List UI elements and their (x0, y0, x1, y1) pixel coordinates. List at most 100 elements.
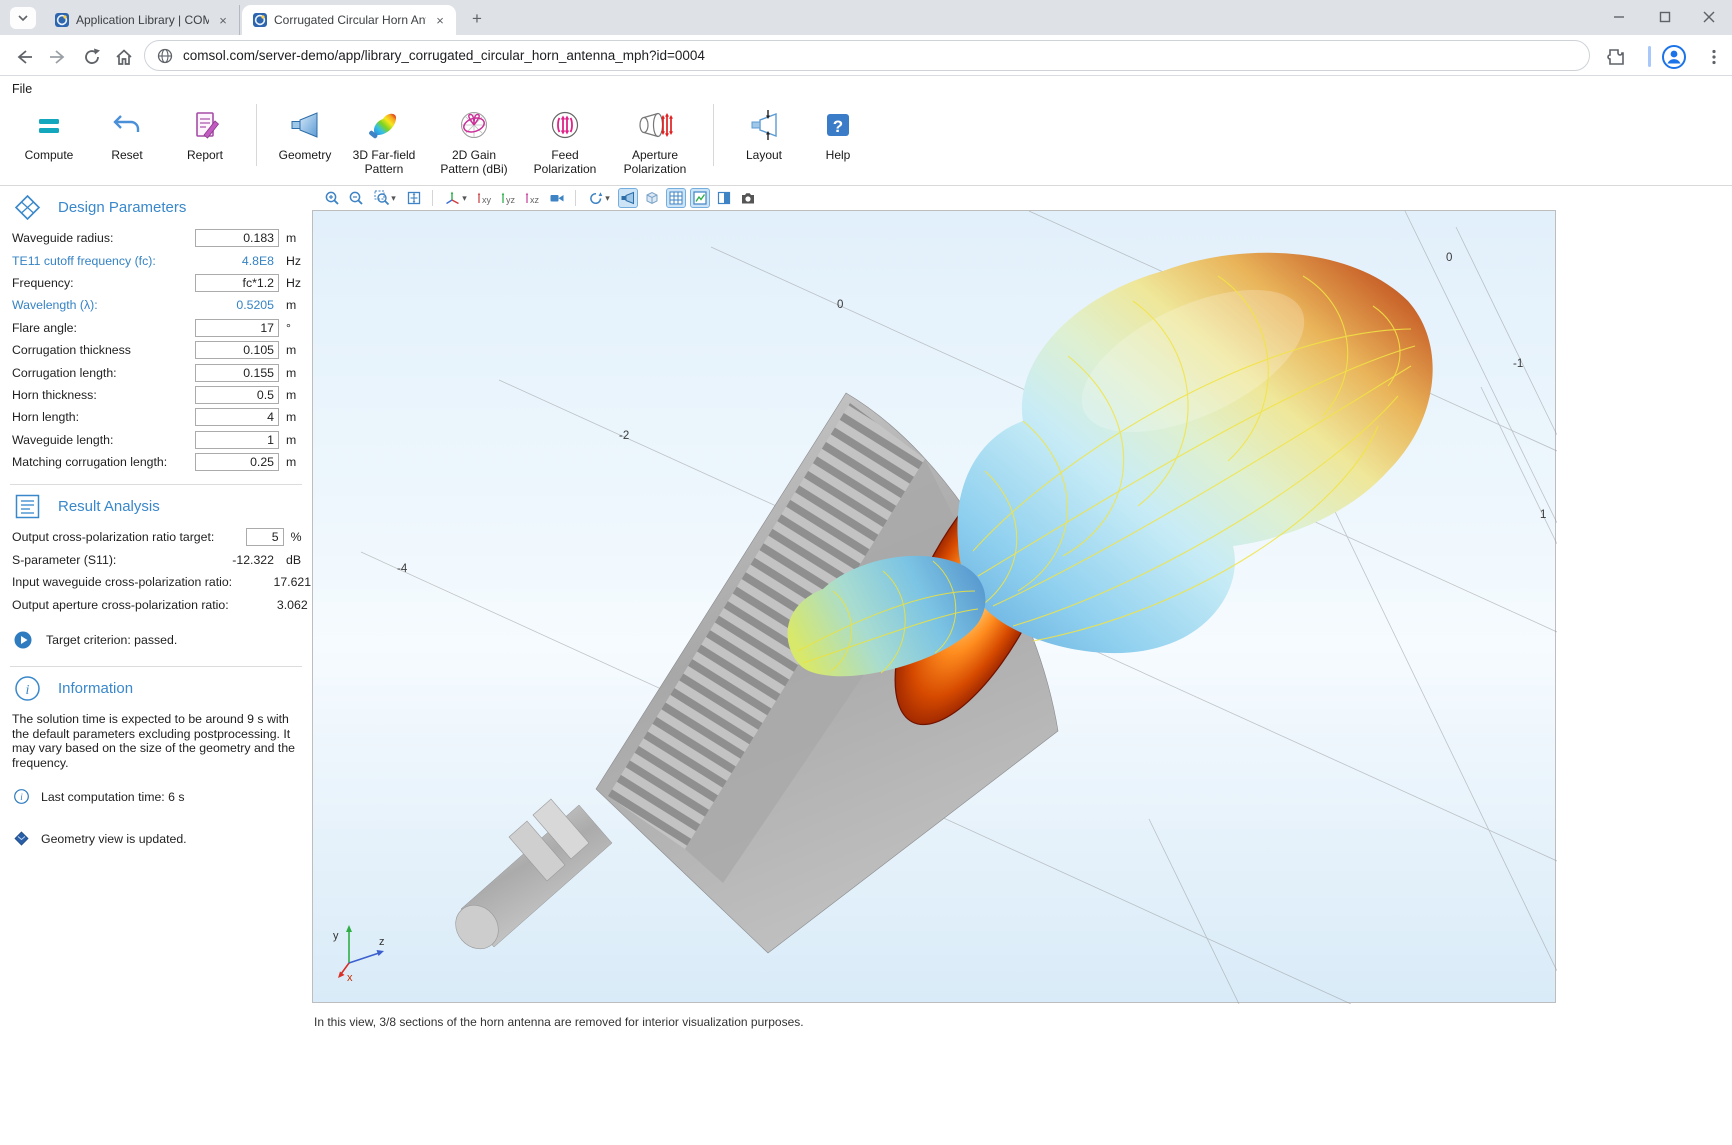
result-row: S-parameter (S11):-12.322dB (0, 549, 312, 571)
profile-button[interactable] (1660, 43, 1688, 71)
matching-corrugation-length-input[interactable] (195, 453, 279, 471)
param-unit: Hz (286, 254, 312, 268)
ribbon-divider (713, 104, 714, 166)
home-button[interactable] (112, 45, 136, 69)
waveguide-radius-input[interactable] (195, 229, 279, 247)
reset-label: Reset (111, 148, 142, 162)
transparency-toggle[interactable] (642, 188, 662, 208)
axis-x-label: x (347, 972, 353, 984)
aperturepol-label: Aperture Polarization (624, 148, 687, 176)
geometry-label: Geometry (279, 148, 332, 162)
horn-thickness-input[interactable] (195, 386, 279, 404)
tab-application-library[interactable]: Application Library | COMSOL S × (44, 5, 240, 35)
zoom-box-icon (374, 190, 390, 206)
result-row: Output cross-polarization ratio target:% (0, 526, 312, 548)
window-maximize-button[interactable] (1644, 0, 1686, 34)
browser-menu-button[interactable] (1702, 45, 1726, 69)
reload-icon (82, 47, 102, 67)
compute-button[interactable]: Compute (10, 98, 88, 162)
svg-text:yz: yz (506, 195, 516, 205)
param-row: Frequency:Hz (0, 272, 312, 294)
zoom-box-button[interactable]: ▾ (370, 188, 400, 208)
geometry-view-button[interactable]: Geometry (269, 98, 341, 162)
new-tab-button[interactable]: + (466, 8, 488, 30)
cross-polarization-target-input[interactable] (246, 528, 284, 546)
information-body: The solution time is expected to be arou… (0, 708, 312, 771)
svg-text:xz: xz (530, 195, 540, 205)
zoom-extents-button[interactable] (404, 188, 424, 208)
layout-icon (747, 106, 781, 144)
result-label: S-parameter (S11): (12, 553, 195, 567)
camera-icon (740, 190, 756, 206)
tab-corrugated-horn[interactable]: Corrugated Circular Horn Anten × (242, 5, 456, 35)
view-xy-button[interactable]: xy (475, 188, 495, 208)
info-circle-icon: i (14, 789, 29, 804)
grid-label: 0 (1446, 252, 1452, 264)
feed-polarization-button[interactable]: Feed Polarization (521, 98, 609, 176)
profile-icon (1661, 44, 1687, 70)
grid-label: 0 (837, 299, 843, 311)
view-xy-icon: xy (476, 190, 494, 206)
rotate-view-button[interactable]: ▾ (584, 188, 614, 208)
zoom-in-button[interactable] (322, 188, 342, 208)
zoom-in-icon (324, 190, 340, 206)
view-yz-button[interactable]: yz (499, 188, 519, 208)
compute-label: Compute (25, 148, 74, 162)
chevron-down-icon (17, 14, 29, 22)
param-label: Horn length: (12, 410, 195, 424)
param-row: TE11 cutoff frequency (fc):4.8E8Hz (0, 249, 312, 271)
reset-icon (111, 106, 143, 144)
extensions-button[interactable] (1604, 45, 1628, 69)
back-button[interactable] (12, 45, 36, 69)
browser-titlebar: Application Library | COMSOL S × Corruga… (0, 0, 1732, 35)
window-minimize-button[interactable] (1598, 0, 1640, 34)
horn-length-input[interactable] (195, 408, 279, 426)
go-to-view-button[interactable]: ▾ (441, 188, 471, 208)
corrugation-thickness-input[interactable] (195, 341, 279, 359)
farfield-beam-icon (367, 106, 401, 144)
forward-icon (48, 47, 68, 67)
view-xz-button[interactable]: xz (523, 188, 543, 208)
view-caption: In this view, 3/8 sections of the horn a… (314, 1015, 804, 1029)
forward-button[interactable] (46, 45, 70, 69)
tab-close-icon[interactable]: × (432, 12, 448, 28)
reset-button[interactable]: Reset (88, 98, 166, 162)
farfield-3d-button[interactable]: 3D Far-field Pattern (341, 98, 427, 176)
corrugation-length-input[interactable] (195, 364, 279, 382)
information-icon: i (14, 675, 41, 702)
tab-title: Corrugated Circular Horn Anten (274, 13, 426, 27)
file-menu[interactable]: File (12, 82, 32, 96)
waveguide-length-input[interactable] (195, 431, 279, 449)
aperture-polarization-button[interactable]: Aperture Polarization (609, 98, 701, 176)
scene-camera-button[interactable] (547, 188, 567, 208)
param-unit: m (286, 433, 312, 447)
split-view-button[interactable] (714, 188, 734, 208)
window-close-button[interactable] (1688, 0, 1730, 34)
graphics-panel: ▾ ▾ xy yz xz ▾ (312, 186, 1558, 1046)
compute-icon (33, 106, 65, 144)
graphics-view[interactable]: y z x 0 -2 -4 0 -1 1 (312, 210, 1556, 1003)
rotate-icon (588, 190, 604, 206)
tab-close-icon[interactable]: × (215, 12, 231, 28)
address-bar[interactable]: comsol.com/server-demo/app/library_corru… (144, 40, 1590, 71)
param-row: Waveguide length:m (0, 429, 312, 451)
gain-2d-button[interactable]: 2D Gain Pattern (dBi) (427, 98, 521, 176)
show-plot-toggle[interactable] (690, 188, 710, 208)
antenna-3d-scene: y z x (313, 211, 1557, 1004)
tab-search-button[interactable] (10, 7, 36, 29)
param-unit: m (286, 388, 312, 402)
layout-button[interactable]: Layout (726, 98, 802, 162)
polar-plot-icon (457, 106, 491, 144)
show-grid-toggle[interactable] (666, 188, 686, 208)
param-label: Corrugation thickness (12, 343, 195, 357)
param-unit: m (286, 343, 312, 357)
reload-button[interactable] (80, 45, 104, 69)
help-button[interactable]: ? Help (802, 98, 874, 162)
zoom-out-button[interactable] (346, 188, 366, 208)
show-geometry-toggle[interactable] (618, 188, 638, 208)
snapshot-button[interactable] (738, 188, 758, 208)
app-ribbon: Compute Reset Report Geometry 3D Far-fie… (0, 98, 874, 184)
report-button[interactable]: Report (166, 98, 244, 162)
frequency-input[interactable] (195, 274, 279, 292)
flare-angle-input[interactable] (195, 319, 279, 337)
